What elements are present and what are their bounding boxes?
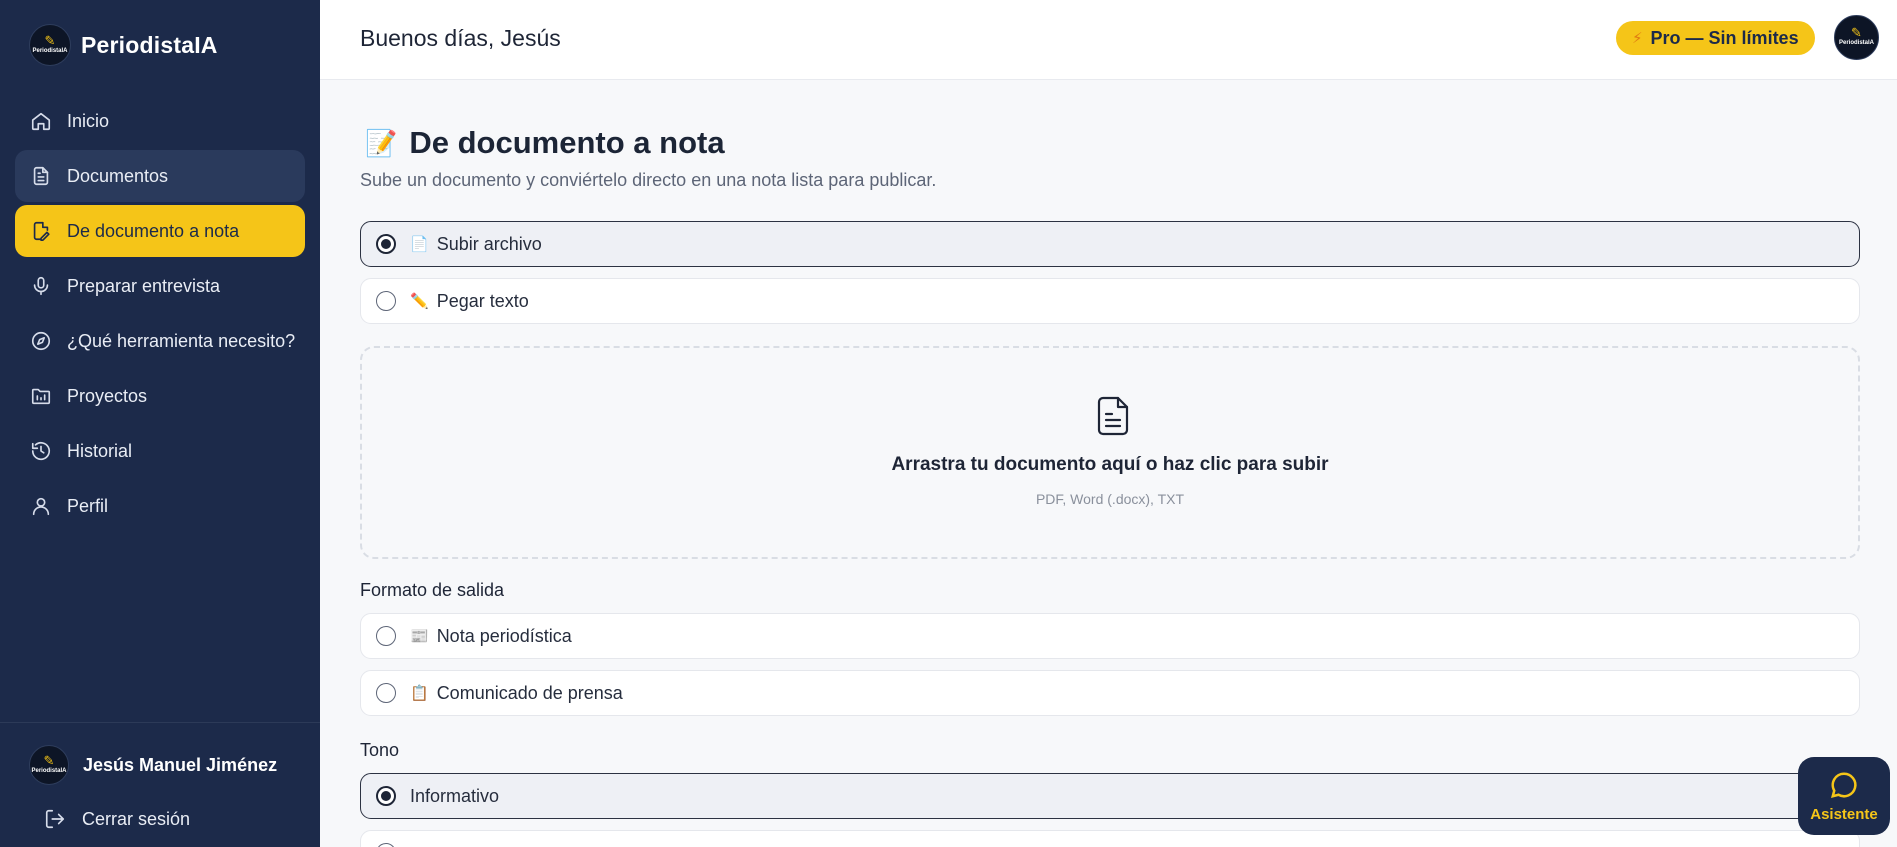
sidebar-item-label: De documento a nota (67, 220, 240, 241)
option-label: Subir archivo (436, 233, 542, 254)
file-edit-icon (29, 219, 53, 243)
top-avatar[interactable]: ✎ PeriodistaIA (1834, 15, 1879, 60)
sidebar: ✎ PeriodistaIA PeriodistaIA Inicio Docum… (0, 0, 320, 847)
user-profile[interactable]: ✎ PeriodistaIA Jesús Manuel Jiménez (29, 745, 277, 785)
format-option-comunicado[interactable]: 📋 Comunicado de prensa (360, 670, 1860, 716)
sidebar-item-que-herramienta[interactable]: ¿Qué herramienta necesito? (15, 315, 305, 367)
sidebar-item-label: ¿Qué herramienta necesito? (67, 330, 296, 351)
folder-icon (29, 384, 53, 408)
tone-label: Tono (360, 740, 400, 760)
home-icon (29, 109, 53, 133)
page-title-text: De documento a nota (409, 125, 725, 160)
option-label: Informativo (410, 785, 500, 806)
tone-option-informativo[interactable]: Informativo (360, 773, 1860, 819)
topbar: Buenos días, Jesús ⚡ Pro — Sin límites ✎… (320, 0, 1897, 80)
page-icon: 📄 (410, 235, 429, 253)
sidebar-divider (0, 722, 320, 723)
sidebar-item-label: Documentos (67, 165, 169, 186)
microphone-icon (29, 274, 53, 298)
option-label: Pegar texto (436, 290, 529, 311)
pencil-icon: ✏️ (410, 292, 429, 310)
sidebar-item-preparar-entrevista[interactable]: Preparar entrevista (15, 260, 305, 312)
format-label: Formato de salida (360, 580, 505, 600)
source-option-upload[interactable]: 📄 Subir archivo (360, 221, 1860, 267)
dropzone-title: Arrastra tu documento aquí o haz clic pa… (891, 454, 1329, 475)
option-label: Comunicado de prensa (436, 682, 623, 703)
sidebar-nav: Inicio Documentos De documento a nota Pr… (15, 95, 305, 535)
user-icon (29, 494, 53, 518)
sidebar-item-label: Inicio (67, 110, 110, 131)
assistant-label: Asistente (1810, 805, 1878, 823)
newspaper-icon: 📰 (410, 627, 429, 645)
sidebar-item-historial[interactable]: Historial (15, 425, 305, 477)
logout-button[interactable]: Cerrar sesión (44, 808, 190, 830)
sidebar-item-documentos[interactable]: Documentos (15, 150, 305, 202)
radio-selected[interactable] (376, 234, 396, 254)
logout-label: Cerrar sesión (82, 808, 191, 829)
source-option-paste[interactable]: ✏️ Pegar texto (360, 278, 1860, 324)
page-subtitle: Sube un documento y conviértelo directo … (360, 170, 937, 190)
sidebar-item-label: Preparar entrevista (67, 275, 221, 296)
user-name: Jesús Manuel Jiménez (83, 754, 278, 775)
option-label: Nota periodística (436, 625, 572, 646)
app-logo: ✎ PeriodistaIA (29, 24, 71, 66)
chat-bubble-icon (1830, 771, 1857, 798)
dropzone-hint: PDF, Word (.docx), TXT (1035, 491, 1185, 507)
file-dropzone[interactable]: Arrastra tu documento aquí o haz clic pa… (360, 346, 1860, 559)
brand[interactable]: ✎ PeriodistaIA PeriodistaIA (29, 24, 218, 66)
assistant-button[interactable]: Asistente (1798, 757, 1890, 835)
app-name: PeriodistaIA (81, 31, 218, 58)
sidebar-item-de-documento-a-nota[interactable]: De documento a nota (15, 205, 305, 257)
radio[interactable] (376, 843, 396, 847)
page-title: 📝 De documento a nota (365, 125, 725, 161)
plan-badge[interactable]: ⚡ Pro — Sin límites (1616, 21, 1815, 55)
sidebar-item-label: Historial (67, 440, 133, 461)
compass-icon (29, 329, 53, 353)
radio[interactable] (376, 683, 396, 703)
radio[interactable] (376, 291, 396, 311)
logout-icon (45, 809, 65, 829)
radio[interactable] (376, 626, 396, 646)
memo-icon: 📝 (365, 127, 398, 158)
avatar: ✎ PeriodistaIA (29, 745, 69, 785)
sidebar-item-label: Perfil (67, 495, 109, 516)
sidebar-item-label: Proyectos (67, 385, 148, 406)
history-icon (29, 439, 53, 463)
document-icon (29, 164, 53, 188)
radio-selected[interactable] (376, 786, 396, 806)
document-icon (1095, 395, 1131, 437)
sidebar-item-inicio[interactable]: Inicio (15, 95, 305, 147)
clipboard-icon: 📋 (410, 684, 429, 702)
plan-badge-label: Pro — Sin límites (1650, 27, 1799, 48)
sidebar-item-proyectos[interactable]: Proyectos (15, 370, 305, 422)
bolt-icon: ⚡ (1632, 30, 1643, 47)
format-option-nota[interactable]: 📰 Nota periodística (360, 613, 1860, 659)
sidebar-item-perfil[interactable]: Perfil (15, 480, 305, 532)
tone-option-next[interactable] (360, 830, 1860, 847)
greeting: Buenos días, Jesús (360, 25, 561, 51)
